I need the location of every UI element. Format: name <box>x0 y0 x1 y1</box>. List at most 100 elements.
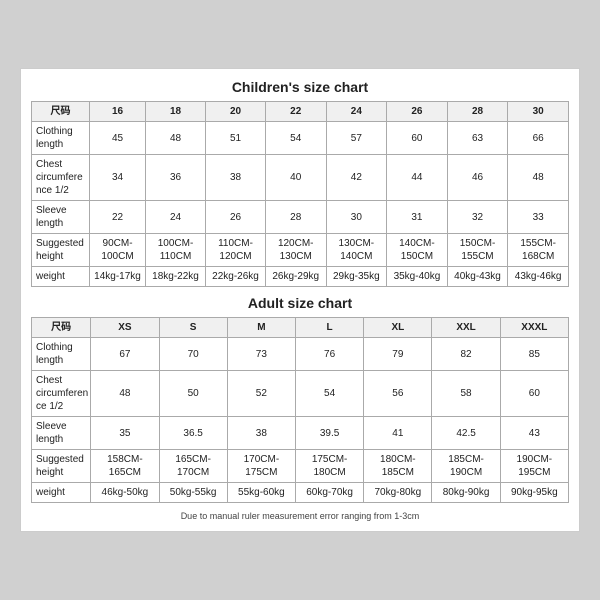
size-chart-card: Children's size chart 尺码1618202224262830… <box>20 68 580 532</box>
column-header-0: 尺码 <box>32 102 90 122</box>
cell-2-3: 39.5 <box>295 417 363 450</box>
cell-4-0: 14kg-17kg <box>90 267 146 287</box>
cell-0-3: 54 <box>265 122 326 155</box>
row-label-3: Suggested height <box>32 234 90 267</box>
cell-4-1: 18kg-22kg <box>145 267 205 287</box>
column-header-4: 22 <box>265 102 326 122</box>
row-label-2: Sleeve length <box>32 201 90 234</box>
cell-2-7: 33 <box>508 201 569 234</box>
cell-3-1: 165CM-170CM <box>159 450 227 483</box>
column-header-0: 尺码 <box>32 318 91 338</box>
row-label-1: Chest circumference 1/2 <box>32 155 90 201</box>
cell-3-2: 170CM-175CM <box>227 450 295 483</box>
table-row: Clothing length67707376798285 <box>32 338 569 371</box>
cell-4-4: 29kg-35kg <box>326 267 387 287</box>
cell-3-6: 150CM-155CM <box>447 234 508 267</box>
cell-4-5: 80kg-90kg <box>432 483 500 503</box>
cell-2-0: 22 <box>90 201 146 234</box>
cell-4-2: 55kg-60kg <box>227 483 295 503</box>
table-row: Clothing length4548515457606366 <box>32 122 569 155</box>
table-row: Sleeve length3536.53839.54142.543 <box>32 417 569 450</box>
children-size-table: 尺码1618202224262830 Clothing length454851… <box>31 101 569 287</box>
cell-0-2: 73 <box>227 338 295 371</box>
cell-4-3: 60kg-70kg <box>295 483 363 503</box>
table-row: weight14kg-17kg18kg-22kg22kg-26kg26kg-29… <box>32 267 569 287</box>
cell-2-6: 32 <box>447 201 508 234</box>
row-label-0: Clothing length <box>32 338 91 371</box>
column-header-7: 28 <box>447 102 508 122</box>
cell-2-1: 36.5 <box>159 417 227 450</box>
cell-3-1: 100CM-110CM <box>145 234 205 267</box>
cell-1-3: 54 <box>295 371 363 417</box>
column-header-8: 30 <box>508 102 569 122</box>
row-label-2: Sleeve length <box>32 417 91 450</box>
adult-size-table: 尺码XSSMLXLXXLXXXL Clothing length67707376… <box>31 317 569 503</box>
cell-4-3: 26kg-29kg <box>265 267 326 287</box>
cell-0-2: 51 <box>206 122 266 155</box>
cell-1-6: 60 <box>500 371 568 417</box>
cell-4-0: 46kg-50kg <box>91 483 159 503</box>
cell-2-4: 30 <box>326 201 387 234</box>
cell-3-3: 175CM-180CM <box>295 450 363 483</box>
cell-1-0: 34 <box>90 155 146 201</box>
cell-2-1: 24 <box>145 201 205 234</box>
cell-2-2: 38 <box>227 417 295 450</box>
table-row: Sleeve length2224262830313233 <box>32 201 569 234</box>
children-chart-title: Children's size chart <box>31 79 569 95</box>
cell-1-7: 48 <box>508 155 569 201</box>
cell-3-0: 90CM-100CM <box>90 234 146 267</box>
column-header-1: 16 <box>90 102 146 122</box>
cell-0-5: 82 <box>432 338 500 371</box>
column-header-5: XL <box>364 318 432 338</box>
cell-4-1: 50kg-55kg <box>159 483 227 503</box>
column-header-2: 18 <box>145 102 205 122</box>
cell-0-4: 79 <box>364 338 432 371</box>
measurement-note: Due to manual ruler measurement error ra… <box>31 511 569 521</box>
column-header-3: 20 <box>206 102 266 122</box>
cell-2-2: 26 <box>206 201 266 234</box>
cell-4-4: 70kg-80kg <box>364 483 432 503</box>
table-row: weight46kg-50kg50kg-55kg55kg-60kg60kg-70… <box>32 483 569 503</box>
column-header-2: S <box>159 318 227 338</box>
cell-4-6: 90kg-95kg <box>500 483 568 503</box>
cell-0-4: 57 <box>326 122 387 155</box>
cell-1-2: 52 <box>227 371 295 417</box>
cell-0-1: 48 <box>145 122 205 155</box>
cell-3-4: 130CM-140CM <box>326 234 387 267</box>
cell-3-2: 110CM-120CM <box>206 234 266 267</box>
cell-2-3: 28 <box>265 201 326 234</box>
cell-0-5: 60 <box>387 122 448 155</box>
cell-1-5: 44 <box>387 155 448 201</box>
cell-0-1: 70 <box>159 338 227 371</box>
cell-1-3: 40 <box>265 155 326 201</box>
cell-4-6: 40kg-43kg <box>447 267 508 287</box>
cell-4-5: 35kg-40kg <box>387 267 448 287</box>
cell-1-1: 50 <box>159 371 227 417</box>
cell-3-5: 140CM-150CM <box>387 234 448 267</box>
cell-1-6: 46 <box>447 155 508 201</box>
table-row: Suggested height158CM-165CM165CM-170CM17… <box>32 450 569 483</box>
cell-3-7: 155CM-168CM <box>508 234 569 267</box>
cell-2-4: 41 <box>364 417 432 450</box>
cell-4-2: 22kg-26kg <box>206 267 266 287</box>
cell-3-0: 158CM-165CM <box>91 450 159 483</box>
cell-2-5: 31 <box>387 201 448 234</box>
table-row: Suggested height90CM-100CM100CM-110CM110… <box>32 234 569 267</box>
cell-0-6: 63 <box>447 122 508 155</box>
cell-0-0: 67 <box>91 338 159 371</box>
cell-2-5: 42.5 <box>432 417 500 450</box>
column-header-7: XXXL <box>500 318 568 338</box>
column-header-5: 24 <box>326 102 387 122</box>
column-header-6: XXL <box>432 318 500 338</box>
column-header-1: XS <box>91 318 159 338</box>
column-header-4: L <box>295 318 363 338</box>
cell-0-0: 45 <box>90 122 146 155</box>
row-label-1: Chest circumference 1/2 <box>32 371 91 417</box>
cell-3-4: 180CM-185CM <box>364 450 432 483</box>
adult-chart-title: Adult size chart <box>31 295 569 311</box>
cell-2-6: 43 <box>500 417 568 450</box>
row-label-4: weight <box>32 483 91 503</box>
cell-2-0: 35 <box>91 417 159 450</box>
table-row: Chest circumference 1/248505254565860 <box>32 371 569 417</box>
cell-3-3: 120CM-130CM <box>265 234 326 267</box>
